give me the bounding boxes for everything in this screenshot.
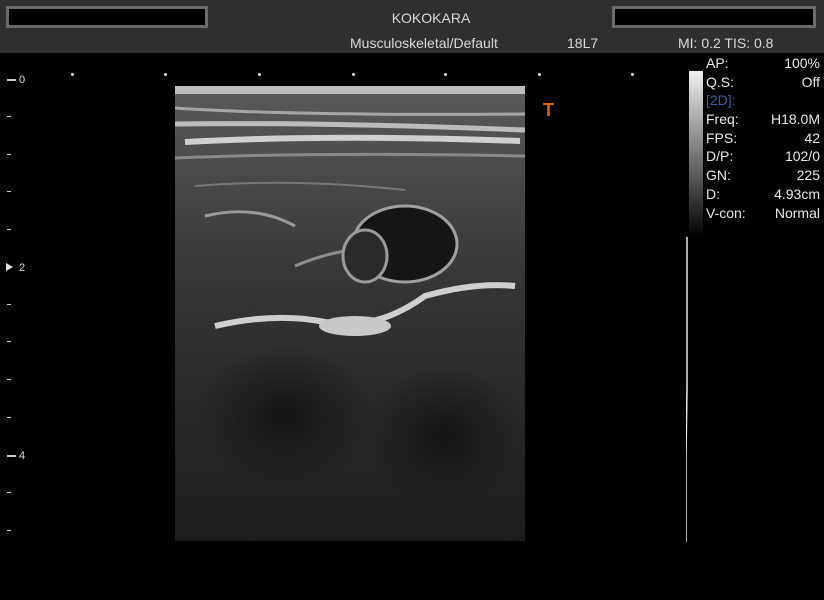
focus-marker-icon[interactable] <box>6 263 13 271</box>
lateral-scale-dot <box>71 73 74 76</box>
param-value: Normal <box>774 204 820 221</box>
param-value: 42 <box>804 129 820 146</box>
orientation-marker: T <box>543 100 554 120</box>
param-value: 102/0 <box>784 148 820 165</box>
depth-tick <box>7 492 11 493</box>
lateral-scale-dot <box>444 73 447 76</box>
depth-tick <box>7 379 11 380</box>
depth-tick <box>7 304 11 305</box>
param-freq: Freq: H18.0M <box>706 110 820 129</box>
mi-tis-readout: MI: 0.2 TIS: 0.8 <box>678 35 774 51</box>
lateral-scale-dot <box>258 73 261 76</box>
exam-preset: Musculoskeletal/Default <box>350 35 498 51</box>
param-value: Off <box>801 73 820 90</box>
top-header: KOKOKARA Musculoskeletal/Default 18L7 MI… <box>0 0 824 53</box>
lateral-scale-dot <box>631 73 634 76</box>
depth-label-2: 2 <box>19 262 26 274</box>
param-section-2d: [2D]: <box>706 91 820 110</box>
ultrasound-image-render <box>175 86 525 541</box>
depth-tick <box>7 417 11 418</box>
param-label: Freq: <box>706 111 739 128</box>
param-qs: Q.S: Off <box>706 73 820 92</box>
section-label: [2D]: <box>706 92 736 109</box>
param-label: AP: <box>706 55 729 71</box>
param-label: D/P: <box>706 148 734 165</box>
param-label: D: <box>706 185 720 202</box>
param-value: 4.93cm <box>774 185 820 202</box>
depth-tick <box>7 79 16 81</box>
probe-model: 18L7 <box>567 35 599 51</box>
depth-tick <box>7 191 11 192</box>
depth-tick <box>7 229 11 230</box>
param-label: FPS: <box>706 129 738 146</box>
grayscale-bar <box>689 71 703 237</box>
depth-tick <box>7 530 11 531</box>
depth-tick <box>7 455 16 457</box>
param-value: H18.0M <box>770 111 820 128</box>
param-label: Q.S: <box>706 73 735 90</box>
depth-label-4: 4 <box>19 450 26 462</box>
param-label: GN: <box>706 167 731 184</box>
lateral-scale-dot <box>164 73 167 76</box>
depth-scale: 0 2 4 <box>0 53 40 600</box>
param-ap: AP: 100% <box>706 54 820 73</box>
param-value: 100% <box>784 55 820 71</box>
depth-label-0: 0 <box>19 74 26 86</box>
param-depth: D: 4.93cm <box>706 185 820 204</box>
param-label: V-con: <box>706 204 746 221</box>
lateral-scale-dot <box>352 73 355 76</box>
param-value: 225 <box>796 167 820 184</box>
ultrasound-image[interactable] <box>175 86 525 541</box>
parameter-panel: AP: 100% Q.S: Off [2D]: Freq: H18.0M FPS… <box>706 54 820 222</box>
param-gain: GN: 225 <box>706 166 820 185</box>
depth-tick <box>7 116 11 117</box>
depth-tick <box>7 154 11 155</box>
date-info-box[interactable] <box>612 6 816 28</box>
tgc-curve[interactable] <box>686 237 688 542</box>
param-fps: FPS: 42 <box>706 129 820 148</box>
param-dp: D/P: 102/0 <box>706 147 820 166</box>
param-vcon: V-con: Normal <box>706 204 820 223</box>
depth-tick <box>7 341 11 342</box>
lateral-scale-dot <box>538 73 541 76</box>
